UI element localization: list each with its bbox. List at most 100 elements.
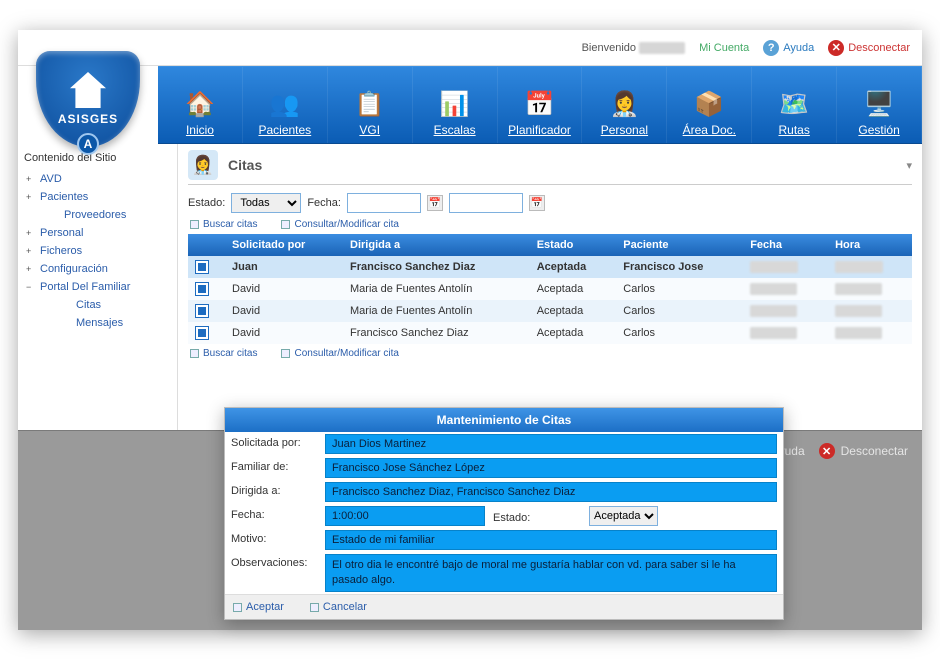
- nav-planificador[interactable]: 📅Planificador: [498, 67, 583, 143]
- section-header: 👩‍⚕️ Citas ▾: [188, 150, 912, 185]
- col-header[interactable]: Hora: [827, 234, 912, 256]
- help-link[interactable]: ? Ayuda: [763, 40, 814, 56]
- section-collapse-icon[interactable]: ▾: [906, 159, 912, 172]
- cell-paciente: Francisco Jose: [615, 256, 742, 278]
- sidebar-item[interactable]: Mensajes: [22, 314, 173, 332]
- sidebar-item[interactable]: + AVD: [22, 170, 173, 188]
- sidebar-item[interactable]: Citas: [22, 296, 173, 314]
- nav-escalas[interactable]: 📊Escalas: [413, 67, 498, 143]
- cancelar-button[interactable]: Cancelar: [310, 601, 367, 613]
- tree-expand-icon[interactable]: +: [26, 228, 36, 238]
- calendar-icon[interactable]: 📅: [529, 195, 545, 211]
- app-window: Bienvenido xxxx Mi Cuenta ? Ayuda ✕ Desc…: [18, 30, 922, 630]
- obs-field[interactable]: El otro dia le encontré bajo de moral me…: [325, 554, 777, 592]
- nav-icon: 👩‍⚕️: [605, 85, 643, 123]
- nav-icon: 📋: [351, 85, 389, 123]
- table-row[interactable]: DavidMaria de Fuentes AntolínAceptadaCar…: [188, 300, 912, 322]
- tree-expand-icon[interactable]: +: [26, 246, 36, 256]
- nav-rutas[interactable]: 🗺️Rutas: [752, 67, 837, 143]
- sidebar-item[interactable]: −Portal Del Familiar: [22, 278, 173, 296]
- sidebar-link[interactable]: Mensajes: [76, 317, 123, 329]
- cell-dirigida: Francisco Sanchez Diaz: [342, 256, 529, 278]
- house-icon: [70, 72, 106, 108]
- nav-inicio[interactable]: 🏠Inicio: [158, 67, 243, 143]
- navbar: ASISGES A 🏠Inicio👥Pacientes📋VGI📊Escalas📅…: [18, 66, 922, 144]
- sidebar-link[interactable]: Personal: [40, 227, 83, 239]
- sidebar-item[interactable]: + Configuración: [22, 260, 173, 278]
- sidebar-link[interactable]: Configuración: [40, 263, 108, 275]
- maint-fecha-field[interactable]: 1:00:00: [325, 506, 485, 526]
- row-checkbox[interactable]: [196, 283, 208, 295]
- buscar-citas-link[interactable]: Buscar citas: [190, 219, 257, 230]
- disconnect-link[interactable]: ✕ Desconectar: [828, 40, 910, 56]
- col-header[interactable]: Dirigida a: [342, 234, 529, 256]
- tree-expand-icon[interactable]: +: [26, 264, 36, 274]
- tree-expand-icon[interactable]: −: [26, 282, 36, 292]
- nav-pacientes[interactable]: 👥Pacientes: [243, 67, 328, 143]
- cell-paciente: Carlos: [615, 300, 742, 322]
- motivo-label: Motivo:: [231, 530, 319, 545]
- col-header[interactable]: Estado: [529, 234, 616, 256]
- nav-label: VGI: [359, 123, 380, 137]
- nav-label: Área Doc.: [683, 123, 736, 137]
- table-row[interactable]: DavidMaria de Fuentes AntolínAceptadaCar…: [188, 278, 912, 300]
- cell-hora: xx: [827, 256, 912, 278]
- nav-vgi[interactable]: 📋VGI: [328, 67, 413, 143]
- sidebar-item[interactable]: Proveedores: [22, 206, 173, 224]
- maint-estado-select[interactable]: Aceptada: [589, 506, 658, 526]
- my-account-link[interactable]: Mi Cuenta: [699, 42, 749, 54]
- cell-estado: Aceptada: [529, 300, 616, 322]
- sidebar-link[interactable]: Pacientes: [40, 191, 88, 203]
- sidebar-item[interactable]: + Personal: [22, 224, 173, 242]
- brand-label: ASISGES: [58, 112, 118, 126]
- sidebar-list: + AVD + Pacientes Proveedores + Personal + Fiche…: [22, 170, 173, 332]
- row-checkbox[interactable]: [196, 327, 208, 339]
- close-icon: ✕: [828, 40, 844, 56]
- dirigida-field[interactable]: Francisco Sanchez Diaz, Francisco Sanche…: [325, 482, 777, 502]
- nav-readoc[interactable]: 📦Área Doc.: [667, 67, 752, 143]
- sidebar-link[interactable]: AVD: [40, 173, 62, 185]
- consultar-cita-link[interactable]: Consultar/Modificar cita: [281, 348, 398, 359]
- calendar-icon[interactable]: 📅: [427, 195, 443, 211]
- sidebar-link[interactable]: Portal Del Familiar: [40, 281, 130, 293]
- nav-label: Personal: [601, 123, 648, 137]
- table-row[interactable]: DavidFrancisco Sanchez DiazAceptadaCarlo…: [188, 322, 912, 344]
- familiar-field[interactable]: Francisco Jose Sánchez López: [325, 458, 777, 478]
- col-header[interactable]: Solicitado por: [224, 234, 342, 256]
- solicitada-label: Solicitada por:: [231, 434, 319, 449]
- solicitada-field[interactable]: Juan Dios Martinez: [325, 434, 777, 454]
- sidebar-item[interactable]: + Pacientes: [22, 188, 173, 206]
- section-title: Citas: [228, 157, 262, 173]
- consultar-cita-link[interactable]: Consultar/Modificar cita: [281, 219, 398, 230]
- sidebar-link[interactable]: Citas: [76, 299, 101, 311]
- nav-icon: 📅: [521, 85, 559, 123]
- footer-disconnect-link[interactable]: ✕ Desconectar: [819, 443, 908, 459]
- sidebar-title: Contenido del Sitio: [24, 152, 173, 164]
- motivo-field[interactable]: Estado de mi familiar: [325, 530, 777, 550]
- row-checkbox[interactable]: [196, 305, 208, 317]
- sidebar-link[interactable]: Ficheros: [40, 245, 82, 257]
- row-checkbox[interactable]: [196, 261, 208, 273]
- nav-icon: 🖥️: [860, 85, 898, 123]
- sidebar-item[interactable]: + Ficheros: [22, 242, 173, 260]
- nav-gestin[interactable]: 🖥️Gestión: [837, 67, 922, 143]
- buscar-citas-link[interactable]: Buscar citas: [190, 348, 257, 359]
- estado-select[interactable]: Todas: [231, 193, 301, 213]
- cell-solicitado: David: [224, 322, 342, 344]
- welcome-label: Bienvenido xxxx: [582, 42, 686, 54]
- aceptar-button[interactable]: Aceptar: [233, 601, 284, 613]
- tree-expand-icon[interactable]: +: [26, 174, 36, 184]
- sidebar-link[interactable]: Proveedores: [64, 209, 126, 221]
- table-row[interactable]: JuanFrancisco Sanchez DiazAceptadaFranci…: [188, 256, 912, 278]
- filter-bar: Estado: Todas Fecha: 📅 📅: [188, 193, 912, 213]
- col-header[interactable]: Fecha: [742, 234, 827, 256]
- fecha-from-input[interactable]: [347, 193, 421, 213]
- cell-estado: Aceptada: [529, 278, 616, 300]
- tree-expand-icon[interactable]: +: [26, 192, 36, 202]
- link-row-bottom: Buscar citas Consultar/Modificar cita: [190, 348, 912, 359]
- cell-fecha: xx: [742, 322, 827, 344]
- section-icon: 👩‍⚕️: [188, 150, 218, 180]
- fecha-to-input[interactable]: [449, 193, 523, 213]
- nav-personal[interactable]: 👩‍⚕️Personal: [582, 67, 667, 143]
- col-header[interactable]: Paciente: [615, 234, 742, 256]
